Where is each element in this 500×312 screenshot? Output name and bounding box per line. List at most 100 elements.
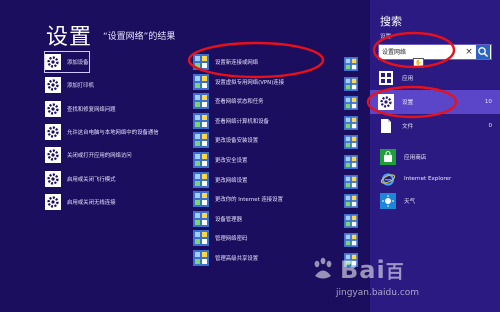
settings-result-item[interactable]: 启用或关闭无线连接 [45,192,116,212]
settings-result-item[interactable]: 添加打印机 [45,75,94,95]
app-weather[interactable]: 天气 [370,190,500,212]
control-panel-icon [193,171,209,188]
settings-result-item[interactable]: 管理高级共享设置 [193,248,258,268]
control-panel-icon [344,194,358,209]
settings-result-item[interactable]: 设置虚拟专用网络(VPN)连接 [193,72,284,92]
app-weather-label: 天气 [404,199,416,205]
settings-result-label: 设置虚拟专用网络(VPN)连接 [215,79,285,86]
settings-result-label: 添加打印机 [67,83,94,90]
settings-result-label: 启用或关闭飞行模式 [67,176,116,183]
settings-result-item[interactable]: 关闭或打开应用的网络访问 [45,145,132,165]
settings-result-item[interactable]: 设备管理器 [193,209,242,229]
internet-explorer-icon [380,171,396,187]
settings-result-label: 更改网络设置 [215,177,248,184]
settings-result-label: 管理网络密码 [215,236,248,243]
control-panel-icon [193,93,209,110]
control-panel-icon [193,132,209,149]
clear-search-button[interactable]: × [463,45,475,59]
settings-result-label: 设置新连接或网络 [215,60,259,66]
control-panel-icon [344,115,358,130]
control-panel-icon [193,152,209,168]
category-files-label: 文件 [402,124,414,130]
settings-result-label: 允许这台电脑与本地网络中的设备通信 [67,129,159,136]
control-panel-icon [193,250,209,266]
gear-icon [45,77,61,94]
gear-icon [45,123,61,140]
settings-result-label: 更改安全设置 [215,158,248,164]
app-internet-explorer-label: Internet Explorer [404,176,452,182]
category-apps[interactable]: 应用 [370,66,500,90]
settings-result-item[interactable]: 更改安全设置 [193,150,247,170]
weather-icon [380,193,396,209]
settings-result-item[interactable] [344,191,364,211]
settings-result-item[interactable]: 允许这台电脑与本地网络中的设备通信 [45,122,159,142]
settings-result-item[interactable]: 查看网络状态和任务 [193,91,264,111]
control-panel-icon [344,57,358,71]
search-input[interactable] [382,46,460,57]
control-panel-icon [344,76,358,91]
app-store[interactable]: 应用商店 [370,146,500,168]
search-button[interactable] [476,45,490,59]
settings-result-item[interactable] [344,93,364,113]
gear-icon [378,94,394,110]
control-panel-icon [193,73,209,90]
category-files[interactable]: 文件 0 [370,114,500,138]
search-scope-label: 设置 [380,34,392,40]
control-panel-icon [193,230,209,247]
settings-result-item[interactable] [344,132,364,152]
settings-result-item[interactable] [344,211,364,231]
settings-result-item[interactable]: 更改你的 Internet 连接设置 [193,189,283,209]
settings-result-label: 更改你的 Internet 连接设置 [215,197,283,204]
settings-result-label: 查看网络计算机和设备 [215,118,269,125]
settings-result-label: 关闭或打开应用的网络访问 [67,153,132,160]
settings-result-item[interactable]: 添加设备 [44,51,90,73]
app-internet-explorer[interactable]: Internet Explorer [370,168,500,190]
control-panel-icon [193,112,209,129]
settings-result-item[interactable]: 查找和修复网络问题 [45,99,116,119]
category-files-count: 0 [488,123,492,129]
search-icon [478,47,489,58]
settings-result-item[interactable]: 查看网络计算机和设备 [193,111,269,131]
store-icon [380,149,396,165]
gear-icon [45,193,61,210]
app-store-label: 应用商店 [404,155,427,161]
settings-result-item[interactable] [344,54,364,74]
settings-result-item[interactable] [344,74,364,94]
settings-result-item[interactable] [344,152,364,172]
settings-result-label: 设备管理器 [215,216,242,223]
baidu-watermark: Bai百 jingyan.baidu.com [306,252,486,304]
category-apps-label: 应用 [402,76,414,82]
page-title: 设置 [46,25,93,50]
gear-icon [45,170,61,187]
settings-result-item[interactable] [344,113,364,133]
watermark-site: jingyan.baidu.com [336,288,420,298]
category-settings-label: 设置 [402,100,414,106]
search-pane-title: 搜索 [380,15,402,28]
apps-icon [378,70,394,86]
control-panel-icon [344,174,358,189]
settings-result-item[interactable] [344,172,364,192]
settings-result-label: 查看网络状态和任务 [215,99,264,106]
results-subtitle: “设置网络”的结果 [103,32,176,42]
control-panel-icon [193,54,209,70]
settings-result-item[interactable] [344,230,364,250]
settings-result-item[interactable]: 管理网络密码 [193,228,247,248]
control-panel-icon [344,96,358,111]
settings-result-label: 添加设备 [67,60,89,66]
settings-result-item[interactable]: 更改设备安装设置 [193,130,258,150]
control-panel-icon [193,191,209,208]
settings-result-item[interactable]: 设置新连接或网络 [193,52,258,72]
watermark-brand: Bai百 [340,256,405,284]
settings-result-label: 查找和修复网络问题 [67,106,116,113]
settings-result-item[interactable]: 更改网络设置 [193,170,247,190]
settings-result-label: 启用或关闭无线连接 [67,199,116,206]
gear-icon [45,54,61,70]
control-panel-icon [344,213,358,228]
file-icon [378,118,394,134]
category-settings[interactable]: 设置 10 [370,90,500,114]
gear-icon [45,100,61,117]
control-panel-icon [344,155,358,169]
settings-result-item[interactable]: 启用或关闭飞行模式 [45,169,116,189]
settings-result-label: 更改设备安装设置 [215,138,259,145]
search-box: × [378,44,492,60]
